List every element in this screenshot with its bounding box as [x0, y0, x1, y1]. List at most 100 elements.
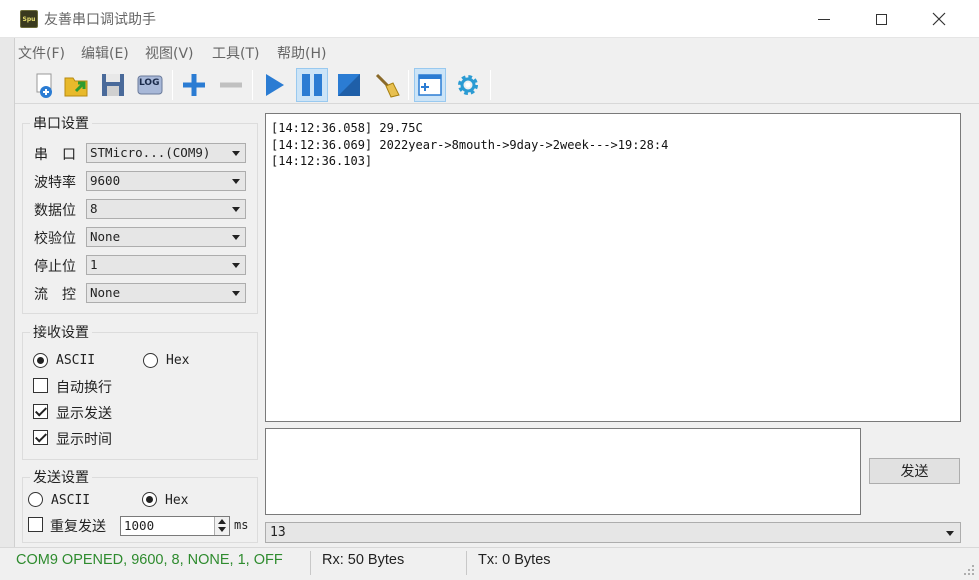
app-icon: Spu: [20, 10, 38, 28]
receive-line: [14:12:36.069] 2022year->8mouth->9day->2…: [271, 137, 669, 152]
flowcontrol-label: 流 控: [34, 287, 76, 303]
chevron-down-icon: [232, 291, 240, 296]
chevron-down-icon: [232, 179, 240, 184]
flowcontrol-value: None: [90, 285, 121, 300]
broom-icon: [375, 73, 400, 98]
show-send-checkbox[interactable]: [33, 404, 48, 419]
window-title: 友善串口调试助手: [44, 12, 156, 28]
port-label: 串 口: [34, 147, 76, 163]
chevron-down-icon: [232, 151, 240, 156]
show-time-checkbox[interactable]: [33, 430, 48, 445]
repeat-send-label: 重复发送: [50, 519, 106, 535]
gear-icon: [458, 75, 478, 95]
minus-icon: [220, 82, 242, 88]
toolbar-separator: [252, 70, 253, 100]
menu-help[interactable]: 帮助(H): [277, 43, 326, 63]
receive-ascii-radio[interactable]: [33, 353, 48, 368]
log-button[interactable]: LOG: [134, 68, 166, 102]
remove-button[interactable]: [215, 68, 247, 102]
port-select[interactable]: STMicro...(COM9): [86, 143, 246, 163]
open-button[interactable]: [60, 68, 92, 102]
add-button[interactable]: [178, 68, 210, 102]
start-button[interactable]: [258, 68, 290, 102]
send-ascii-label: ASCII: [51, 493, 91, 508]
tx-count: Tx: 0 Bytes: [478, 552, 551, 568]
baudrate-value: 9600: [90, 173, 121, 188]
stopbits-select[interactable]: 1: [86, 255, 246, 275]
title-bar: Spu 友善串口调试助手: [0, 0, 979, 38]
save-button[interactable]: [97, 68, 129, 102]
log-label: LOG: [139, 78, 160, 88]
add-window-icon: [418, 74, 442, 96]
serial-settings-title: 串口设置: [30, 113, 92, 133]
play-icon: [266, 74, 284, 96]
spin-up-icon[interactable]: [218, 519, 226, 524]
maximize-icon: [875, 13, 887, 25]
clear-button[interactable]: [371, 68, 403, 102]
rx-count: Rx: 50 Bytes: [322, 552, 405, 568]
repeat-send-checkbox[interactable]: [28, 517, 43, 532]
auto-wrap-label: 自动换行: [56, 380, 112, 396]
show-time-label: 显示时间: [56, 432, 112, 448]
menu-tools[interactable]: 工具(T): [212, 43, 259, 63]
window-left-border: [0, 38, 15, 580]
repeat-interval-input[interactable]: 1000: [120, 516, 230, 536]
toolbar: LOG: [0, 66, 979, 104]
show-send-label: 显示发送: [56, 406, 112, 422]
receive-hex-label: Hex: [166, 353, 190, 368]
settings-button[interactable]: [452, 68, 484, 102]
send-button[interactable]: 发送: [869, 458, 960, 484]
receive-hex-radio[interactable]: [143, 353, 158, 368]
stop-button[interactable]: [333, 68, 365, 102]
receive-line: [14:12:36.058] 29.75C: [271, 121, 423, 135]
parity-value: None: [90, 229, 121, 244]
close-icon: [932, 12, 946, 26]
toolbar-separator: [490, 70, 491, 100]
baudrate-select[interactable]: 9600: [86, 171, 246, 191]
interval-unit: ms: [234, 518, 249, 532]
menu-file[interactable]: 文件(F): [18, 43, 65, 63]
chevron-down-icon: [232, 263, 240, 268]
send-history-value: 13: [270, 525, 286, 540]
menu-bar: 文件(F) 编辑(E) 视图(V) 工具(T) 帮助(H): [0, 38, 979, 66]
toolbar-separator: [408, 70, 409, 100]
stop-icon: [338, 74, 360, 96]
open-folder-icon: [64, 77, 88, 97]
new-file-icon: [36, 73, 52, 98]
databits-label: 数据位: [34, 203, 76, 219]
menu-view[interactable]: 视图(V): [145, 43, 194, 63]
window-button[interactable]: [414, 68, 446, 102]
pause-button[interactable]: [296, 68, 328, 102]
send-text-area[interactable]: [265, 428, 861, 515]
resize-grip-icon[interactable]: [963, 564, 975, 576]
minimize-button[interactable]: [795, 0, 853, 38]
stopbits-label: 停止位: [34, 259, 76, 275]
parity-select[interactable]: None: [86, 227, 246, 247]
flowcontrol-select[interactable]: None: [86, 283, 246, 303]
interval-spinner[interactable]: [214, 517, 229, 535]
send-hex-radio[interactable]: [142, 492, 157, 507]
send-settings-title: 发送设置: [30, 467, 92, 487]
receive-settings-title: 接收设置: [30, 322, 92, 342]
port-value: STMicro...(COM9): [90, 145, 211, 160]
stopbits-value: 1: [90, 257, 98, 272]
connection-status: COM9 OPENED, 9600, 8, NONE, 1, OFF: [16, 552, 283, 568]
spin-down-icon[interactable]: [218, 527, 226, 532]
minimize-icon: [818, 18, 830, 20]
databits-value: 8: [90, 201, 98, 216]
send-ascii-radio[interactable]: [28, 492, 43, 507]
send-history-select[interactable]: 13: [265, 522, 961, 543]
auto-wrap-checkbox[interactable]: [33, 378, 48, 393]
toolbar-separator: [172, 70, 173, 100]
new-button[interactable]: [28, 68, 60, 102]
maximize-button[interactable]: [852, 0, 910, 38]
receive-ascii-label: ASCII: [56, 353, 96, 368]
menu-edit[interactable]: 编辑(E): [81, 43, 129, 63]
pause-icon: [302, 74, 322, 96]
receive-text-area[interactable]: [14:12:36.058] 29.75C [14:12:36.069] 202…: [265, 113, 961, 422]
close-button[interactable]: [910, 0, 968, 38]
parity-label: 校验位: [34, 231, 76, 247]
chevron-down-icon: [232, 235, 240, 240]
databits-select[interactable]: 8: [86, 199, 246, 219]
save-icon: [102, 74, 124, 96]
